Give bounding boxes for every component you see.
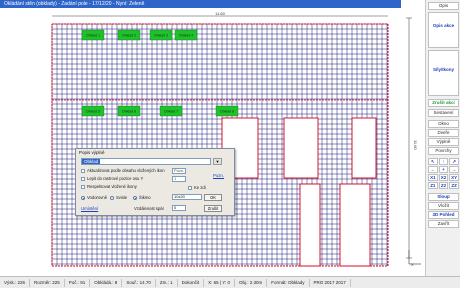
radio-sikmo-label: Šikmo bbox=[139, 195, 151, 200]
status-cell-3: Poč.: 91 bbox=[65, 278, 91, 287]
status-cell-2: Rozměr: 225 bbox=[30, 278, 65, 287]
radio-vodorovne[interactable] bbox=[81, 196, 85, 200]
status-cell-1: Výsk.: 226 bbox=[0, 278, 31, 287]
umisteni-link[interactable]: Umístění bbox=[81, 206, 98, 211]
sestaveni-button[interactable]: Sestavení bbox=[428, 109, 459, 117]
wall-opening[interactable] bbox=[351, 117, 377, 179]
nav-up-left-button[interactable]: ↖ bbox=[428, 158, 438, 165]
opt4-checkbox[interactable] bbox=[188, 186, 192, 190]
fill-name-value: Obklad bbox=[82, 159, 101, 164]
nav-center-button[interactable]: + bbox=[438, 166, 449, 173]
spacing-input[interactable]: 0 bbox=[172, 205, 186, 211]
status-cell-10: Formát: Obklady bbox=[267, 278, 310, 287]
sily-ikony-panel[interactable]: Síly/Ikony bbox=[428, 50, 459, 96]
tile-label-text: Obklad 5 bbox=[86, 110, 100, 114]
opt3-checkbox[interactable] bbox=[81, 185, 85, 189]
tile-size-input[interactable]: 10x20 bbox=[172, 194, 202, 200]
status-cell-4: Obkládá.: 8 bbox=[90, 278, 123, 287]
opt2-input[interactable]: 1 bbox=[172, 176, 186, 182]
fill-dropdown-button[interactable]: ▼ bbox=[213, 158, 222, 165]
status-cell-8: X: 65 | Y: 0 bbox=[204, 278, 235, 287]
axis-xy-button[interactable]: XY bbox=[449, 174, 459, 181]
zrusit-akci-button[interactable]: Zrušit akci bbox=[428, 99, 459, 107]
opis-akce-panel[interactable]: Opis akce bbox=[428, 12, 459, 48]
tile-label-text: Obklad 2 bbox=[122, 34, 136, 38]
tile-label-text: Obklad 4 bbox=[179, 34, 193, 38]
tile-grid[interactable]: 11.60 Obklad 1 Obklad 2 Obklad 3 Obklad 4 Obk… bbox=[0, 8, 401, 276]
opt1-label: Aktualizovat podle obsahu vložených ikon bbox=[87, 168, 165, 173]
dialog-title: Popis výplně bbox=[79, 150, 105, 155]
opis-button[interactable]: Opis bbox=[428, 2, 459, 10]
dim-top-label: 11.60 bbox=[215, 11, 225, 16]
status-cell-5: Souř.: 14.70 bbox=[122, 278, 156, 287]
vlozit-button[interactable]: Vložit bbox=[428, 202, 459, 210]
radio-svisle-label: Svisle bbox=[116, 195, 128, 200]
opt3-label: Respektovat vložené ikony bbox=[87, 184, 137, 189]
tile-label-text: Obklad 7 bbox=[164, 110, 178, 114]
wall-opening[interactable] bbox=[283, 117, 319, 179]
tile-label-text: Obklad 3 bbox=[154, 34, 168, 38]
opis-akce-label: Opis akce bbox=[432, 23, 455, 28]
status-cell-7: Dokončit bbox=[178, 278, 205, 287]
right-toolbar: Opis Opis akce Síly/Ikony Zrušit akci Se… bbox=[425, 0, 460, 276]
opt4-label: Ke zdi bbox=[194, 185, 206, 190]
window-title: Okládání stěn (obklady) - Zadání pole - … bbox=[0, 0, 401, 8]
nav-left-button[interactable]: ← bbox=[428, 166, 438, 173]
axis-x2-button[interactable]: X2 bbox=[438, 174, 449, 181]
sily-ikony-label: Síly/Ikony bbox=[432, 67, 454, 72]
tile-label-text: Obklad 1 bbox=[86, 34, 100, 38]
svg-text:X: X bbox=[411, 262, 414, 267]
zavrit-button[interactable]: Zavřít bbox=[428, 220, 459, 228]
spacing-label: Vzdálenost spár bbox=[134, 206, 165, 211]
direction-grid: ↖ ↑ ↗ ← + → X1 X2 XY Z1 Z2 ZZ bbox=[428, 158, 459, 189]
opt1-input[interactable]: Pozn. bbox=[172, 168, 186, 174]
list-item-vyplne[interactable]: Výplně bbox=[428, 138, 459, 146]
opt2-label: Lepit do rastrové pozice osu Y bbox=[87, 176, 144, 181]
opt1-checkbox[interactable] bbox=[81, 169, 85, 173]
dim-right-label: 11.60 bbox=[413, 140, 418, 150]
axis-x1-button[interactable]: X1 bbox=[428, 174, 438, 181]
opt2-checkbox[interactable] bbox=[81, 177, 85, 181]
nav-up-button[interactable]: ↑ bbox=[438, 158, 449, 165]
status-cell-9: Obj.: 2.30m bbox=[235, 278, 268, 287]
wall-opening[interactable] bbox=[299, 183, 321, 267]
wall-outline[interactable] bbox=[51, 23, 389, 267]
tile-label-text: Obklad 6 bbox=[122, 110, 136, 114]
ok-button[interactable]: OK bbox=[204, 194, 222, 201]
nav-up-right-button[interactable]: ↗ bbox=[449, 158, 459, 165]
nav-right-button[interactable]: → bbox=[449, 166, 459, 173]
list-item-okno[interactable]: Okno bbox=[428, 120, 459, 128]
tile-label-text: Obklad 8 bbox=[220, 110, 234, 114]
fill-description-dialog: Popis výplně Obklad ▼ Pozn. Aktualizovat… bbox=[75, 148, 235, 216]
fill-name-field[interactable]: Obklad bbox=[81, 158, 211, 165]
drawing-canvas[interactable]: 11.60 Obklad 1 Obklad 2 Obklad 3 Obklad 4 Obk… bbox=[0, 8, 401, 276]
list-item-povrchy[interactable]: Povrchy bbox=[428, 147, 459, 155]
opt1-hint-link[interactable]: Pozn. bbox=[213, 173, 224, 178]
status-cell-6: Zm.: 1 bbox=[156, 278, 178, 287]
radio-sikmo[interactable] bbox=[133, 196, 137, 200]
list-item-dvere[interactable]: Dveře bbox=[428, 129, 459, 137]
status-cell-11: PRO 2017 2017 bbox=[310, 278, 351, 287]
sloup-button[interactable]: Sloup bbox=[428, 193, 459, 201]
status-bar: Výsk.: 226 Rozměr: 225 Poč.: 91 Obkládá.… bbox=[0, 276, 460, 288]
radio-svisle[interactable] bbox=[110, 196, 114, 200]
axis-z1-button[interactable]: Z1 bbox=[428, 182, 438, 189]
axis-zz-button[interactable]: ZZ bbox=[449, 182, 459, 189]
cancel-button[interactable]: Zrušit bbox=[204, 205, 222, 212]
axis-z2-button[interactable]: Z2 bbox=[438, 182, 449, 189]
3d-pohled-button[interactable]: 3D Pohled bbox=[428, 211, 459, 219]
wall-opening[interactable] bbox=[339, 183, 371, 267]
radio-vodorovne-label: Vodorovně bbox=[87, 195, 108, 200]
vertical-ruler-area: X 11.60 bbox=[401, 0, 425, 276]
